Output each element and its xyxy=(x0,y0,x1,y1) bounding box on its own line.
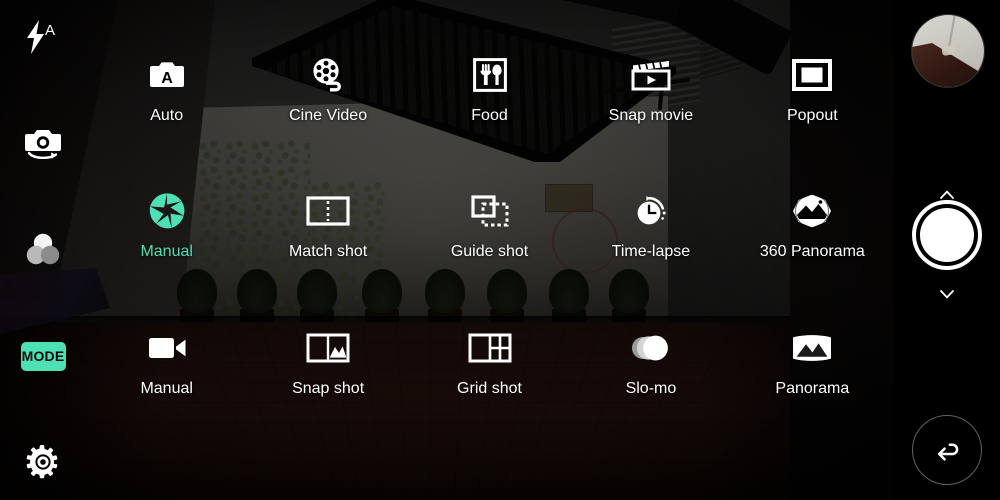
shutter-button[interactable] xyxy=(912,200,982,270)
mode-badge-icon: MODE xyxy=(20,341,66,371)
mode-label: Snap shot xyxy=(292,380,365,397)
mode-cell-grid-shot[interactable]: Grid shot xyxy=(409,325,570,435)
mode-cell-auto[interactable]: A Auto xyxy=(86,52,247,162)
film-reel-icon xyxy=(310,52,346,98)
clock-timelapse-icon xyxy=(632,188,670,234)
grid-shot-icon xyxy=(468,325,512,371)
fork-spoon-icon xyxy=(472,52,507,98)
mode-cell-slo-mo[interactable]: Slo-mo xyxy=(570,325,731,435)
flash-auto-button[interactable]: A xyxy=(0,8,86,66)
mode-row-2: Manual Match shot Guide shot Time-lapse … xyxy=(86,188,893,298)
mode-label: Match shot xyxy=(288,243,368,260)
camera-switch-icon xyxy=(21,123,65,163)
mode-label: 360 Panorama xyxy=(759,243,865,260)
svg-text:A: A xyxy=(45,22,55,39)
mode-cell-panorama[interactable]: Panorama xyxy=(732,325,893,435)
mode-cell-manual-photo[interactable]: Manual xyxy=(86,188,247,298)
filters-button[interactable] xyxy=(0,220,86,278)
gear-icon xyxy=(26,445,60,479)
mode-row-3: Manual Snap shot Grid shot Slo-mo Panora… xyxy=(86,325,893,435)
mode-label: Manual xyxy=(140,380,193,397)
back-arrow-icon xyxy=(931,438,963,462)
aperture-icon xyxy=(148,188,186,234)
shutter-core xyxy=(920,208,974,262)
camera-app: A MODE A Auto Cine Video Food Snap movie… xyxy=(0,0,1000,500)
video-camera-icon xyxy=(147,325,187,371)
camera-auto-icon: A xyxy=(149,52,185,98)
mode-label: Grid shot xyxy=(457,380,522,397)
back-button[interactable] xyxy=(912,415,982,485)
mode-label: Auto xyxy=(150,107,184,124)
mode-cell-360-panorama[interactable]: 360 Panorama xyxy=(732,188,893,298)
mode-cell-cine-video[interactable]: Cine Video xyxy=(247,52,408,162)
mode-cell-snap-shot[interactable]: Snap shot xyxy=(247,325,408,435)
snap-shot-icon xyxy=(306,325,350,371)
popout-frame-icon xyxy=(792,52,833,98)
panorama-icon xyxy=(791,325,833,371)
mode-label: Food xyxy=(471,107,508,124)
mode-cell-time-lapse[interactable]: Time-lapse xyxy=(570,188,731,298)
mode-badge-label: MODE xyxy=(21,348,65,364)
settings-button[interactable] xyxy=(0,433,86,491)
mode-label: Slo-mo xyxy=(625,380,677,397)
mode-label: Popout xyxy=(786,107,838,124)
filter-circles-icon xyxy=(23,230,63,268)
mode-cell-match-shot[interactable]: Match shot xyxy=(247,188,408,298)
sphere-panorama-icon xyxy=(792,188,832,234)
mode-cell-manual-video[interactable]: Manual xyxy=(86,325,247,435)
flash-auto-icon: A xyxy=(20,19,66,55)
mode-label: Manual xyxy=(140,243,193,260)
svg-text:A: A xyxy=(161,70,173,87)
mode-button[interactable]: MODE xyxy=(0,327,86,385)
thumbnail-highlight xyxy=(941,45,956,56)
right-control-panel xyxy=(893,0,1000,500)
mode-row-1: A Auto Cine Video Food Snap movie Popout xyxy=(86,52,893,162)
mode-label: Snap movie xyxy=(608,107,694,124)
mode-cell-food[interactable]: Food xyxy=(409,52,570,162)
mode-label: Time-lapse xyxy=(611,243,691,260)
mode-cell-popout[interactable]: Popout xyxy=(732,52,893,162)
mode-label: Guide shot xyxy=(450,243,529,260)
clapperboard-play-icon xyxy=(631,52,671,98)
mode-grid: A Auto Cine Video Food Snap movie Popout… xyxy=(86,0,893,500)
mode-cell-snap-movie[interactable]: Snap movie xyxy=(570,52,731,162)
switch-camera-button[interactable] xyxy=(0,114,86,172)
last-photo-thumbnail[interactable] xyxy=(911,14,985,88)
chevron-down-icon[interactable] xyxy=(940,290,954,299)
left-toolbar: A MODE xyxy=(0,0,86,500)
mode-label: Panorama xyxy=(775,380,850,397)
mode-cell-guide-shot[interactable]: Guide shot xyxy=(409,188,570,298)
slomo-circles-icon xyxy=(631,325,671,371)
guide-shot-icon xyxy=(470,188,510,234)
chevron-up-icon[interactable] xyxy=(940,190,954,199)
mode-label: Cine Video xyxy=(289,107,368,124)
match-shot-icon xyxy=(306,188,350,234)
